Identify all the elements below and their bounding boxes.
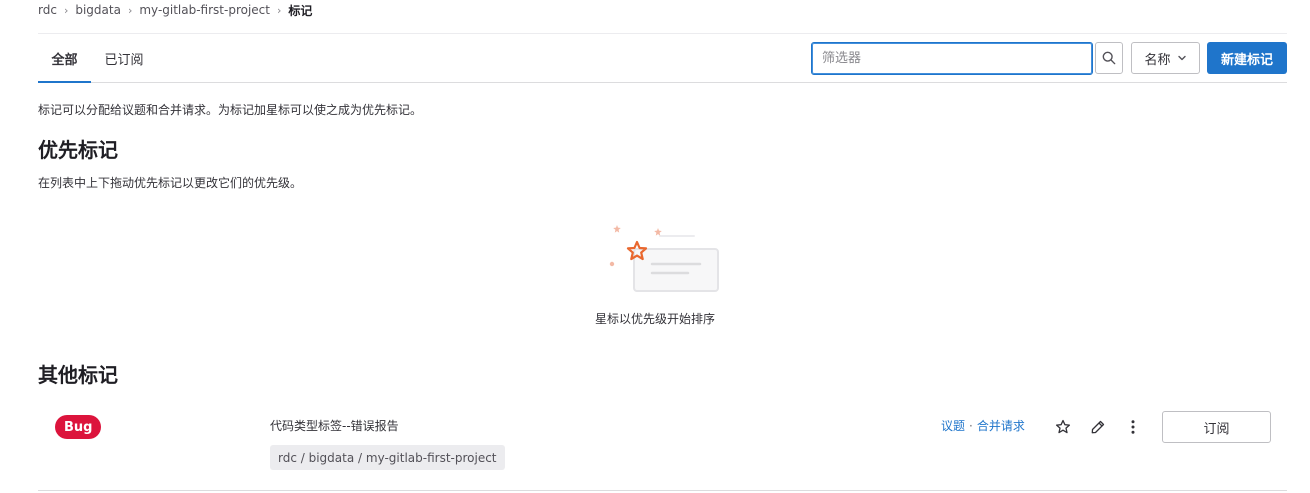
breadcrumb-separator: ›: [277, 3, 282, 17]
breadcrumb-separator: ›: [127, 3, 133, 17]
breadcrumb-current[interactable]: 标记: [288, 2, 312, 19]
pencil-icon: [1091, 420, 1105, 434]
more-actions-button[interactable]: [1122, 416, 1144, 438]
search-button[interactable]: [1095, 42, 1123, 74]
issues-link[interactable]: 议题: [941, 417, 965, 434]
label-namespace-path: rdc / bigdata / my-gitlab-first-project: [270, 445, 505, 470]
tab-subscribed[interactable]: 已订阅: [96, 34, 152, 83]
priority-labels-heading: 优先标记: [38, 138, 118, 162]
breadcrumb: rdc › bigdata › my-gitlab-first-project …: [38, 2, 312, 18]
subscribe-button[interactable]: 订阅: [1162, 411, 1271, 443]
edit-label-button[interactable]: [1087, 416, 1109, 438]
chevron-down-icon: [1177, 55, 1186, 61]
kebab-icon: [1131, 420, 1135, 434]
sort-dropdown[interactable]: 名称: [1131, 42, 1200, 74]
priority-labels-description: 在列表中上下拖动优先标记以更改它们的优先级。: [38, 176, 303, 190]
link-separator: ·: [969, 418, 973, 433]
search-icon: [1102, 51, 1116, 65]
label-description: 代码类型标签--错误报告: [270, 419, 399, 433]
other-labels-heading: 其他标记: [38, 363, 118, 387]
labels-intro-text: 标记可以分配给议题和合并请求。为标记加星标可以使之成为优先标记。: [38, 103, 423, 117]
breadcrumb-item-bigdata[interactable]: bigdata: [75, 3, 121, 17]
merge-requests-link[interactable]: 合并请求: [977, 417, 1025, 434]
breadcrumb-item-project[interactable]: my-gitlab-first-project: [139, 3, 270, 17]
prioritize-button[interactable]: [1052, 416, 1074, 438]
breadcrumb-separator: ›: [63, 3, 69, 17]
label-row: Bug 代码类型标签--错误报告 rdc / bigdata / my-gitl…: [38, 404, 1287, 491]
label-badge[interactable]: Bug: [55, 415, 102, 439]
star-icon: [1055, 419, 1071, 434]
tab-bar: 全部 已订阅 名称 新建标记: [38, 33, 1287, 83]
new-label-button[interactable]: 新建标记: [1207, 42, 1287, 74]
empty-state-text: 星标以优先级开始排序: [594, 312, 715, 326]
filter-input[interactable]: [811, 42, 1093, 75]
breadcrumb-item-rdc[interactable]: rdc: [38, 3, 57, 17]
tab-all[interactable]: 全部: [38, 34, 91, 83]
empty-state-illustration: [609, 225, 719, 292]
label-links: 议题 · 合并请求: [941, 417, 1025, 434]
sort-label: 名称: [1144, 52, 1171, 68]
